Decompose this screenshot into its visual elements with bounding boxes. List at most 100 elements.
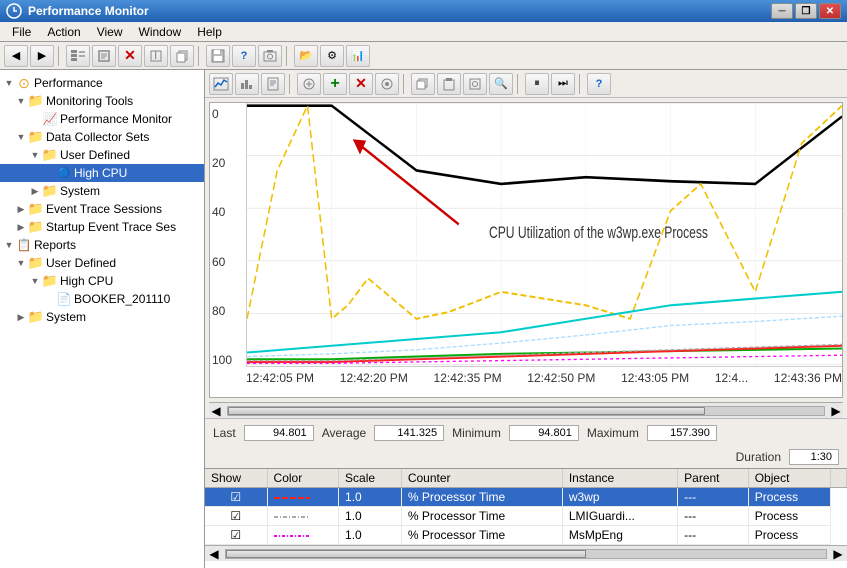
add-counter-button[interactable]: + bbox=[323, 73, 347, 95]
tree-item-reports-system[interactable]: ▶ 📁 System bbox=[0, 308, 204, 326]
table-scroll-left[interactable]: ◀ bbox=[207, 547, 221, 561]
scrollbar-track[interactable] bbox=[227, 406, 825, 416]
table-scrollbar-thumb[interactable] bbox=[226, 550, 586, 558]
freeze-button[interactable]: ⏸ bbox=[525, 73, 549, 95]
expand-icon: ▶ bbox=[28, 186, 42, 197]
counter-properties-button[interactable] bbox=[375, 73, 399, 95]
zoom-button[interactable]: 🔍 bbox=[489, 73, 513, 95]
last-value: 94.801 bbox=[244, 425, 314, 441]
chart-help-button[interactable]: ? bbox=[587, 73, 611, 95]
tree-item-performance[interactable]: ▼ ⊙ Performance bbox=[0, 74, 204, 92]
table-scrollbar[interactable]: ◀ ▶ bbox=[205, 545, 847, 561]
table-scroll-right[interactable]: ▶ bbox=[831, 547, 845, 561]
col-object: Object bbox=[748, 469, 830, 488]
help-button[interactable]: ? bbox=[232, 45, 256, 67]
last-label: Last bbox=[213, 426, 236, 440]
change-type-button[interactable] bbox=[297, 73, 321, 95]
copy-image-button[interactable] bbox=[411, 73, 435, 95]
tree-item-monitoring-tools[interactable]: ▼ 📁 Monitoring Tools bbox=[0, 92, 204, 110]
view-graph-button[interactable] bbox=[209, 73, 233, 95]
next-button[interactable]: ⏭ bbox=[551, 73, 575, 95]
x-label-6: 12:43:36 PM bbox=[774, 371, 842, 385]
tree-label-high-cpu-1: High CPU bbox=[74, 166, 127, 180]
chart-toolbar: + ✕ 🔍 ⏸ ⏭ ? bbox=[205, 70, 847, 98]
expand-icon bbox=[42, 168, 56, 178]
tree-item-reports-user-defined[interactable]: ▼ 📁 User Defined bbox=[0, 254, 204, 272]
main-toolbar: ◀ ▶ ✕ T ? 📂 ⚙ 📊 bbox=[0, 42, 847, 70]
scroll-left-button[interactable]: ◀ bbox=[209, 404, 223, 418]
menu-action[interactable]: Action bbox=[39, 23, 88, 41]
col-show: Show bbox=[205, 469, 267, 488]
folder-button[interactable]: 📂 bbox=[294, 45, 318, 67]
col-color: Color bbox=[267, 469, 338, 488]
forward-button[interactable]: ▶ bbox=[30, 45, 54, 67]
menu-file[interactable]: File bbox=[4, 23, 39, 41]
y-label-20: 20 bbox=[212, 156, 242, 170]
row-show[interactable]: ☑ bbox=[205, 507, 267, 526]
folder-icon: 📁 bbox=[28, 255, 44, 271]
toolbar-separator-1 bbox=[58, 46, 62, 66]
paste-button[interactable] bbox=[437, 73, 461, 95]
tree-item-data-collector-sets[interactable]: ▼ 📁 Data Collector Sets bbox=[0, 128, 204, 146]
tree-item-reports[interactable]: ▼ 📋 Reports bbox=[0, 236, 204, 254]
back-button[interactable]: ◀ bbox=[4, 45, 28, 67]
x-axis: 12:42:05 PM 12:42:20 PM 12:42:35 PM 12:4… bbox=[246, 367, 842, 397]
monitor-icon: 📈 bbox=[42, 111, 58, 127]
col-scale: Scale bbox=[339, 469, 402, 488]
menu-help[interactable]: Help bbox=[189, 23, 230, 41]
table-scrollbar-track[interactable] bbox=[225, 549, 827, 559]
tree-item-event-trace[interactable]: ▶ 📁 Event Trace Sessions bbox=[0, 200, 204, 218]
maximum-value: 157.390 bbox=[647, 425, 717, 441]
chart-scrollbar[interactable]: ◀ ▶ bbox=[209, 402, 843, 418]
show-tree-button[interactable] bbox=[66, 45, 90, 67]
table-row[interactable]: ☑ 1.0 % Processor Time w3wp --- Process bbox=[205, 488, 847, 507]
scrollbar-thumb[interactable] bbox=[228, 407, 705, 415]
screenshot-button[interactable] bbox=[258, 45, 282, 67]
folder-icon: 📁 bbox=[28, 129, 44, 145]
performance-icon: ⊙ bbox=[16, 75, 32, 91]
properties-button[interactable] bbox=[92, 45, 116, 67]
row-scale: 1.0 bbox=[339, 526, 402, 545]
view-histogram-button[interactable] bbox=[235, 73, 259, 95]
table-row[interactable]: ☑ 1.0 % Processor Time LMIGuardi... --- … bbox=[205, 507, 847, 526]
x-label-5: 12:4... bbox=[715, 371, 748, 385]
window-title: Performance Monitor bbox=[28, 4, 771, 18]
restore-button[interactable]: ❐ bbox=[795, 3, 817, 19]
view-report-button[interactable] bbox=[261, 73, 285, 95]
row-show[interactable]: ☑ bbox=[205, 488, 267, 507]
menu-window[interactable]: Window bbox=[131, 23, 190, 41]
duration-label: Duration bbox=[736, 450, 781, 464]
tree-label-system-1: System bbox=[60, 184, 100, 198]
row-color bbox=[267, 488, 338, 507]
minimize-button[interactable]: ─ bbox=[771, 3, 793, 19]
minimum-value: 94.801 bbox=[509, 425, 579, 441]
rename-button[interactable]: T bbox=[144, 45, 168, 67]
tree-item-high-cpu-1[interactable]: 🔵 High CPU bbox=[0, 164, 204, 182]
delete-counter-button[interactable]: ✕ bbox=[349, 73, 373, 95]
chart-button[interactable]: 📊 bbox=[346, 45, 370, 67]
folder-icon: 📁 bbox=[28, 93, 44, 109]
tree-item-performance-monitor[interactable]: 📈 Performance Monitor bbox=[0, 110, 204, 128]
x-label-3: 12:42:50 PM bbox=[527, 371, 595, 385]
title-bar: Performance Monitor ─ ❐ ✕ bbox=[0, 0, 847, 22]
settings-button[interactable]: ⚙ bbox=[320, 45, 344, 67]
col-instance: Instance bbox=[562, 469, 677, 488]
menu-view[interactable]: View bbox=[89, 23, 131, 41]
expand-icon bbox=[28, 114, 42, 124]
tree-item-user-defined[interactable]: ▼ 📁 User Defined bbox=[0, 146, 204, 164]
delete-button[interactable]: ✕ bbox=[118, 45, 142, 67]
scroll-right-button[interactable]: ▶ bbox=[829, 404, 843, 418]
save-button[interactable] bbox=[206, 45, 230, 67]
tree-item-booker[interactable]: 📄 BOOKER_201110 bbox=[0, 290, 204, 308]
tree-item-system-1[interactable]: ▶ 📁 System bbox=[0, 182, 204, 200]
close-button[interactable]: ✕ bbox=[819, 3, 841, 19]
save-image-button[interactable] bbox=[463, 73, 487, 95]
tree-item-startup-event-trace[interactable]: ▶ 📁 Startup Event Trace Ses bbox=[0, 218, 204, 236]
table-row[interactable]: ☑ 1.0 % Processor Time MsMpEng --- Proce… bbox=[205, 526, 847, 545]
duration-value: 1:30 bbox=[789, 449, 839, 465]
row-show[interactable]: ☑ bbox=[205, 526, 267, 545]
row-object: Process bbox=[748, 488, 830, 507]
copy-button[interactable] bbox=[170, 45, 194, 67]
tree-item-reports-high-cpu[interactable]: ▼ 📁 High CPU bbox=[0, 272, 204, 290]
tree-label-booker: BOOKER_201110 bbox=[74, 292, 170, 306]
